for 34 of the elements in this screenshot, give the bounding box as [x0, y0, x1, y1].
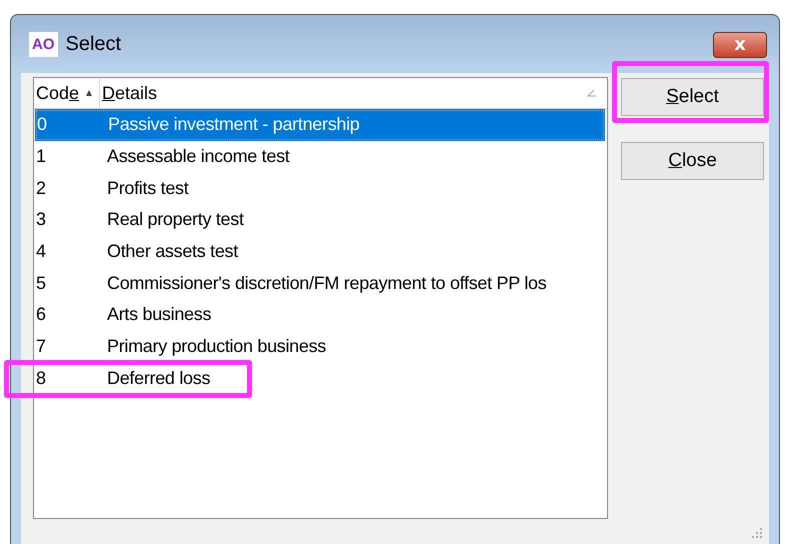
- code-cell-text: 6: [35, 304, 47, 326]
- app-logo: AO: [29, 32, 58, 56]
- list-row[interactable]: 7 Primary production business: [34, 330, 607, 362]
- dialog-button[interactable]: Close: [621, 142, 764, 180]
- details-cell: Commissioner's discretion/FM repayment to offset PP los: [107, 272, 546, 294]
- details-cell: Real property test: [107, 209, 244, 230]
- list-row[interactable]: 5 Commissioner's discretion/FM repayment to offset PP los: [34, 267, 607, 300]
- code-cell-text: 0: [36, 114, 48, 136]
- window-title: Select: [66, 32, 122, 56]
- code-cell-text: 8: [35, 368, 47, 389]
- column-header[interactable]: Code: [34, 78, 100, 108]
- code-cell-text: 3: [35, 209, 47, 230]
- list-row[interactable]: 8 Deferred loss: [34, 362, 607, 394]
- resize-grip-icon: [749, 525, 763, 539]
- details-cell: Deferred loss: [107, 368, 210, 389]
- details-cell: Assessable income test: [107, 146, 290, 168]
- details-cell: Arts business: [107, 304, 212, 326]
- dialog-button[interactable]: Select: [621, 78, 764, 116]
- list-row[interactable]: 6 Arts business: [34, 299, 607, 331]
- list-row[interactable]: 2 Profits test: [34, 172, 607, 204]
- details-cell: Profits test: [107, 178, 188, 199]
- list-row[interactable]: 0 Passive investment - partnership: [35, 109, 605, 141]
- list-row[interactable]: 4 Other assets test: [34, 236, 607, 268]
- details-cell: Passive investment - partnership: [108, 114, 360, 136]
- code-cell-text: 4: [35, 241, 47, 262]
- list-row[interactable]: 1 Assessable income test: [34, 140, 607, 172]
- code-cell-text: 1: [35, 146, 47, 168]
- code-cell-text: 7: [35, 336, 47, 358]
- column-header[interactable]: Details: [100, 78, 607, 108]
- code-cell-text: 5: [35, 272, 47, 294]
- details-cell: Primary production business: [107, 336, 326, 358]
- list-row[interactable]: 3 Real property test: [34, 204, 607, 236]
- details-cell: Other assets test: [107, 241, 238, 262]
- code-cell-text: 2: [35, 178, 47, 199]
